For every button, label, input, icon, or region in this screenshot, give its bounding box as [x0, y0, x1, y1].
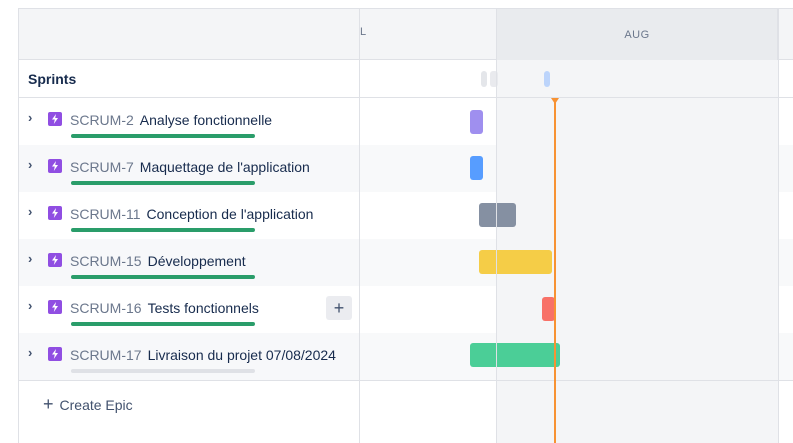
epic-key-link[interactable]: SCRUM-7 Maquettage de l'application: [70, 159, 310, 175]
epic-summary: Développement: [147, 253, 246, 269]
epic-lightning-icon: [48, 206, 62, 220]
timeline-row: [360, 98, 793, 145]
chevron-right-icon[interactable]: ›: [28, 205, 38, 219]
epic-row[interactable]: › SCRUM-16 Tests fonctionnels +: [19, 286, 359, 333]
epic-progress-bar: [71, 322, 255, 326]
create-epic-button[interactable]: + Create Epic: [19, 380, 359, 428]
chevron-right-icon[interactable]: ›: [28, 158, 38, 172]
timeline-row: [360, 192, 793, 239]
month-label-aug: AUG: [496, 9, 778, 60]
month-divider: [496, 9, 497, 443]
create-epic-label: Create Epic: [59, 396, 133, 413]
epic-row[interactable]: › SCRUM-17 Livraison du projet 07/08/2024: [19, 333, 359, 380]
plus-icon: +: [43, 394, 54, 414]
epic-key-link[interactable]: SCRUM-17 Livraison du projet 07/08/2024: [70, 347, 336, 363]
timeline-frame: Sprints › SCRUM-2 Analyse fonctionnelle ›…: [18, 8, 793, 443]
epic-list-panel: Sprints › SCRUM-2 Analyse fonctionnelle ›…: [19, 9, 360, 443]
timeline-create-lane: [360, 380, 793, 428]
today-marker-icon: [551, 98, 559, 104]
timeline-row: [360, 145, 793, 192]
sprints-row-label: Sprints: [19, 60, 359, 98]
epic-summary: Tests fonctionnels: [147, 300, 259, 316]
epic-lightning-icon: [48, 300, 62, 314]
month-label-prev: L: [360, 26, 367, 38]
epic-lightning-icon: [48, 159, 62, 173]
epic-progress-bar: [71, 369, 255, 373]
epic-summary: Livraison du projet 07/08/2024: [147, 347, 336, 363]
epic-row[interactable]: › SCRUM-11 Conception de l'application: [19, 192, 359, 239]
epic-lightning-icon: [48, 347, 62, 361]
timeline-row: [360, 286, 793, 333]
epic-key-link[interactable]: SCRUM-15 Développement: [70, 253, 246, 269]
today-marker-line: [554, 98, 556, 443]
epic-timeline-bar[interactable]: [479, 250, 552, 274]
chevron-right-icon[interactable]: ›: [28, 346, 38, 360]
epic-summary: Analyse fonctionnelle: [139, 112, 273, 128]
timeline-row: [360, 239, 793, 286]
epic-summary: Conception de l'application: [146, 206, 314, 222]
epic-summary: Maquettage de l'application: [139, 159, 310, 175]
epic-row[interactable]: › SCRUM-2 Analyse fonctionnelle: [19, 98, 359, 145]
epic-timeline-bar[interactable]: [470, 110, 483, 134]
epic-key-link[interactable]: SCRUM-16 Tests fonctionnels: [70, 300, 259, 316]
chevron-right-icon[interactable]: ›: [28, 299, 38, 313]
epic-timeline-bar[interactable]: [470, 343, 560, 367]
epic-lightning-icon: [48, 253, 62, 267]
epic-timeline-bar[interactable]: [479, 203, 516, 227]
epic-progress-bar: [71, 181, 255, 185]
epic-progress-bar: [71, 228, 255, 232]
epic-key-link[interactable]: SCRUM-2 Analyse fonctionnelle: [70, 112, 272, 128]
chevron-right-icon[interactable]: ›: [28, 111, 38, 125]
epic-row[interactable]: › SCRUM-15 Développement: [19, 239, 359, 286]
sprint-chip[interactable]: [544, 71, 550, 87]
epic-lightning-icon: [48, 112, 62, 126]
month-divider: [778, 9, 779, 443]
epic-row[interactable]: › SCRUM-7 Maquettage de l'application: [19, 145, 359, 192]
epic-timeline-bar[interactable]: [470, 156, 483, 180]
timeline-row: [360, 333, 793, 380]
chevron-right-icon[interactable]: ›: [28, 252, 38, 266]
add-child-issue-button[interactable]: +: [326, 296, 352, 320]
list-header: [19, 9, 359, 60]
timeline-grid[interactable]: L AUG: [360, 9, 793, 443]
sprints-lane: [360, 60, 793, 98]
sprint-chip[interactable]: [481, 71, 487, 87]
epic-key-link[interactable]: SCRUM-11 Conception de l'application: [70, 206, 313, 222]
epic-progress-bar: [71, 275, 255, 279]
epic-progress-bar: [71, 134, 255, 138]
